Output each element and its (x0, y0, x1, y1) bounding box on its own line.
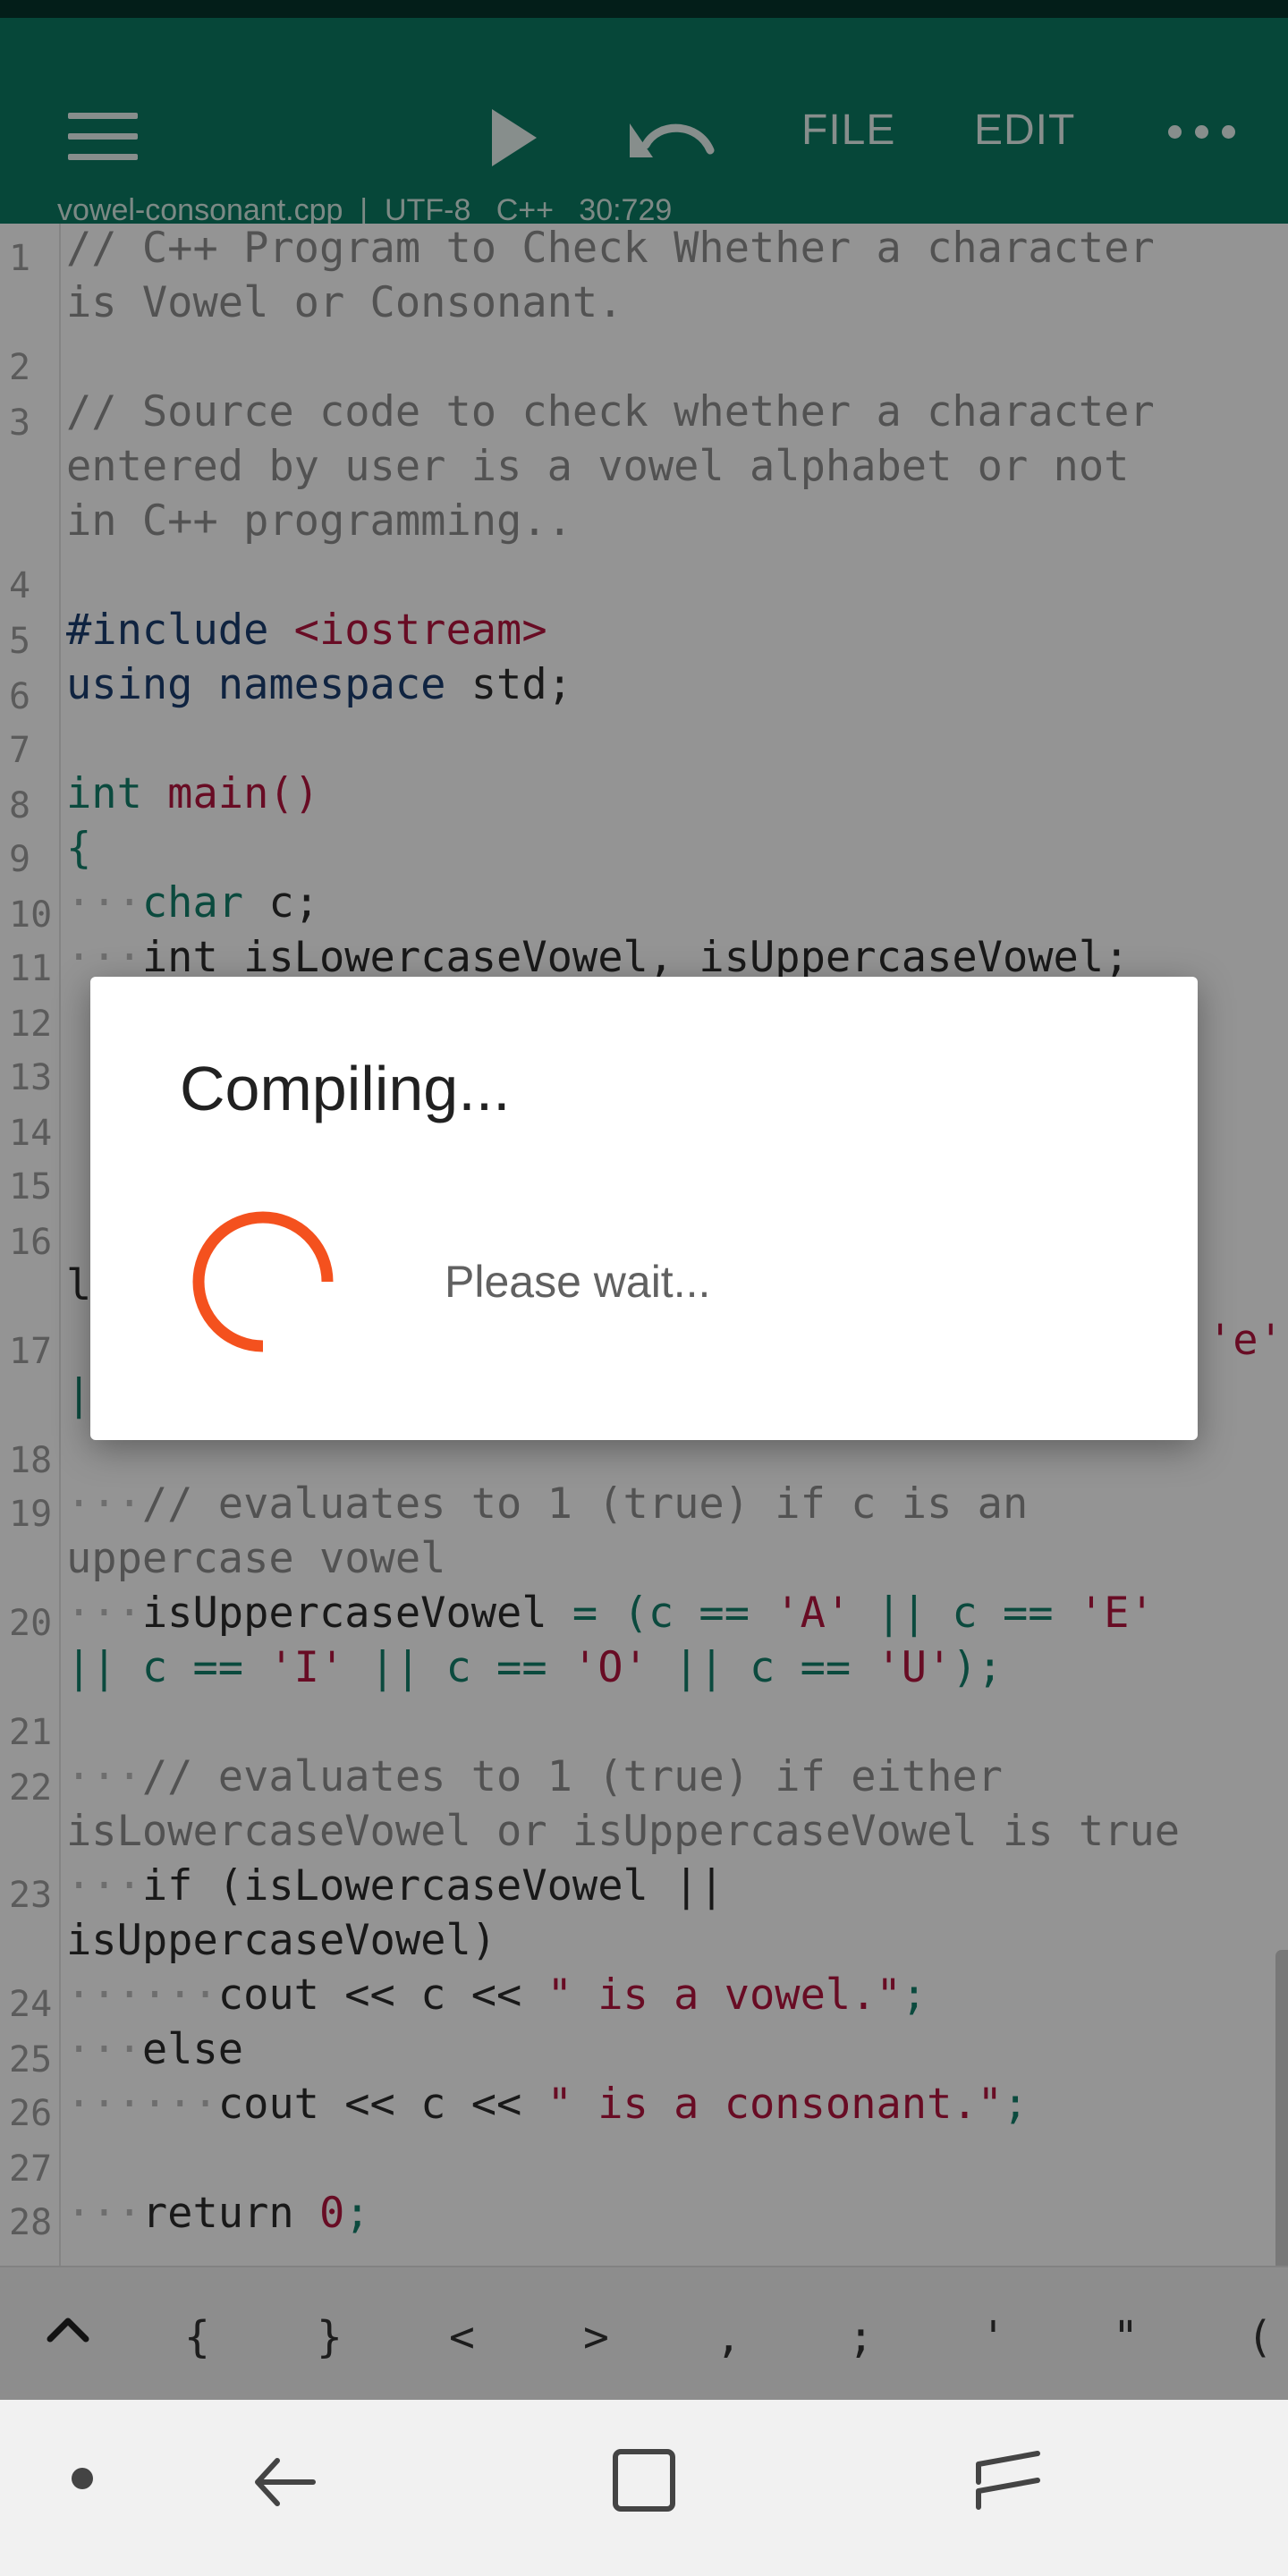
compiling-dialog: Compiling... Please wait... (90, 977, 1198, 1440)
dialog-title: Compiling... (180, 1054, 511, 1123)
back-button[interactable] (250, 2446, 322, 2518)
nav-dot-button[interactable] (64, 2461, 100, 2496)
dialog-message: Please wait... (445, 1257, 711, 1307)
recents-button[interactable] (966, 2445, 1046, 2516)
navigation-bar (0, 2400, 1288, 2576)
loading-spinner-icon (189, 1208, 337, 1356)
recents-icon (976, 2451, 1040, 2510)
back-arrow-icon (255, 2458, 316, 2506)
dot-icon (72, 2468, 93, 2489)
home-button[interactable] (608, 2445, 680, 2516)
square-icon (613, 2449, 675, 2512)
